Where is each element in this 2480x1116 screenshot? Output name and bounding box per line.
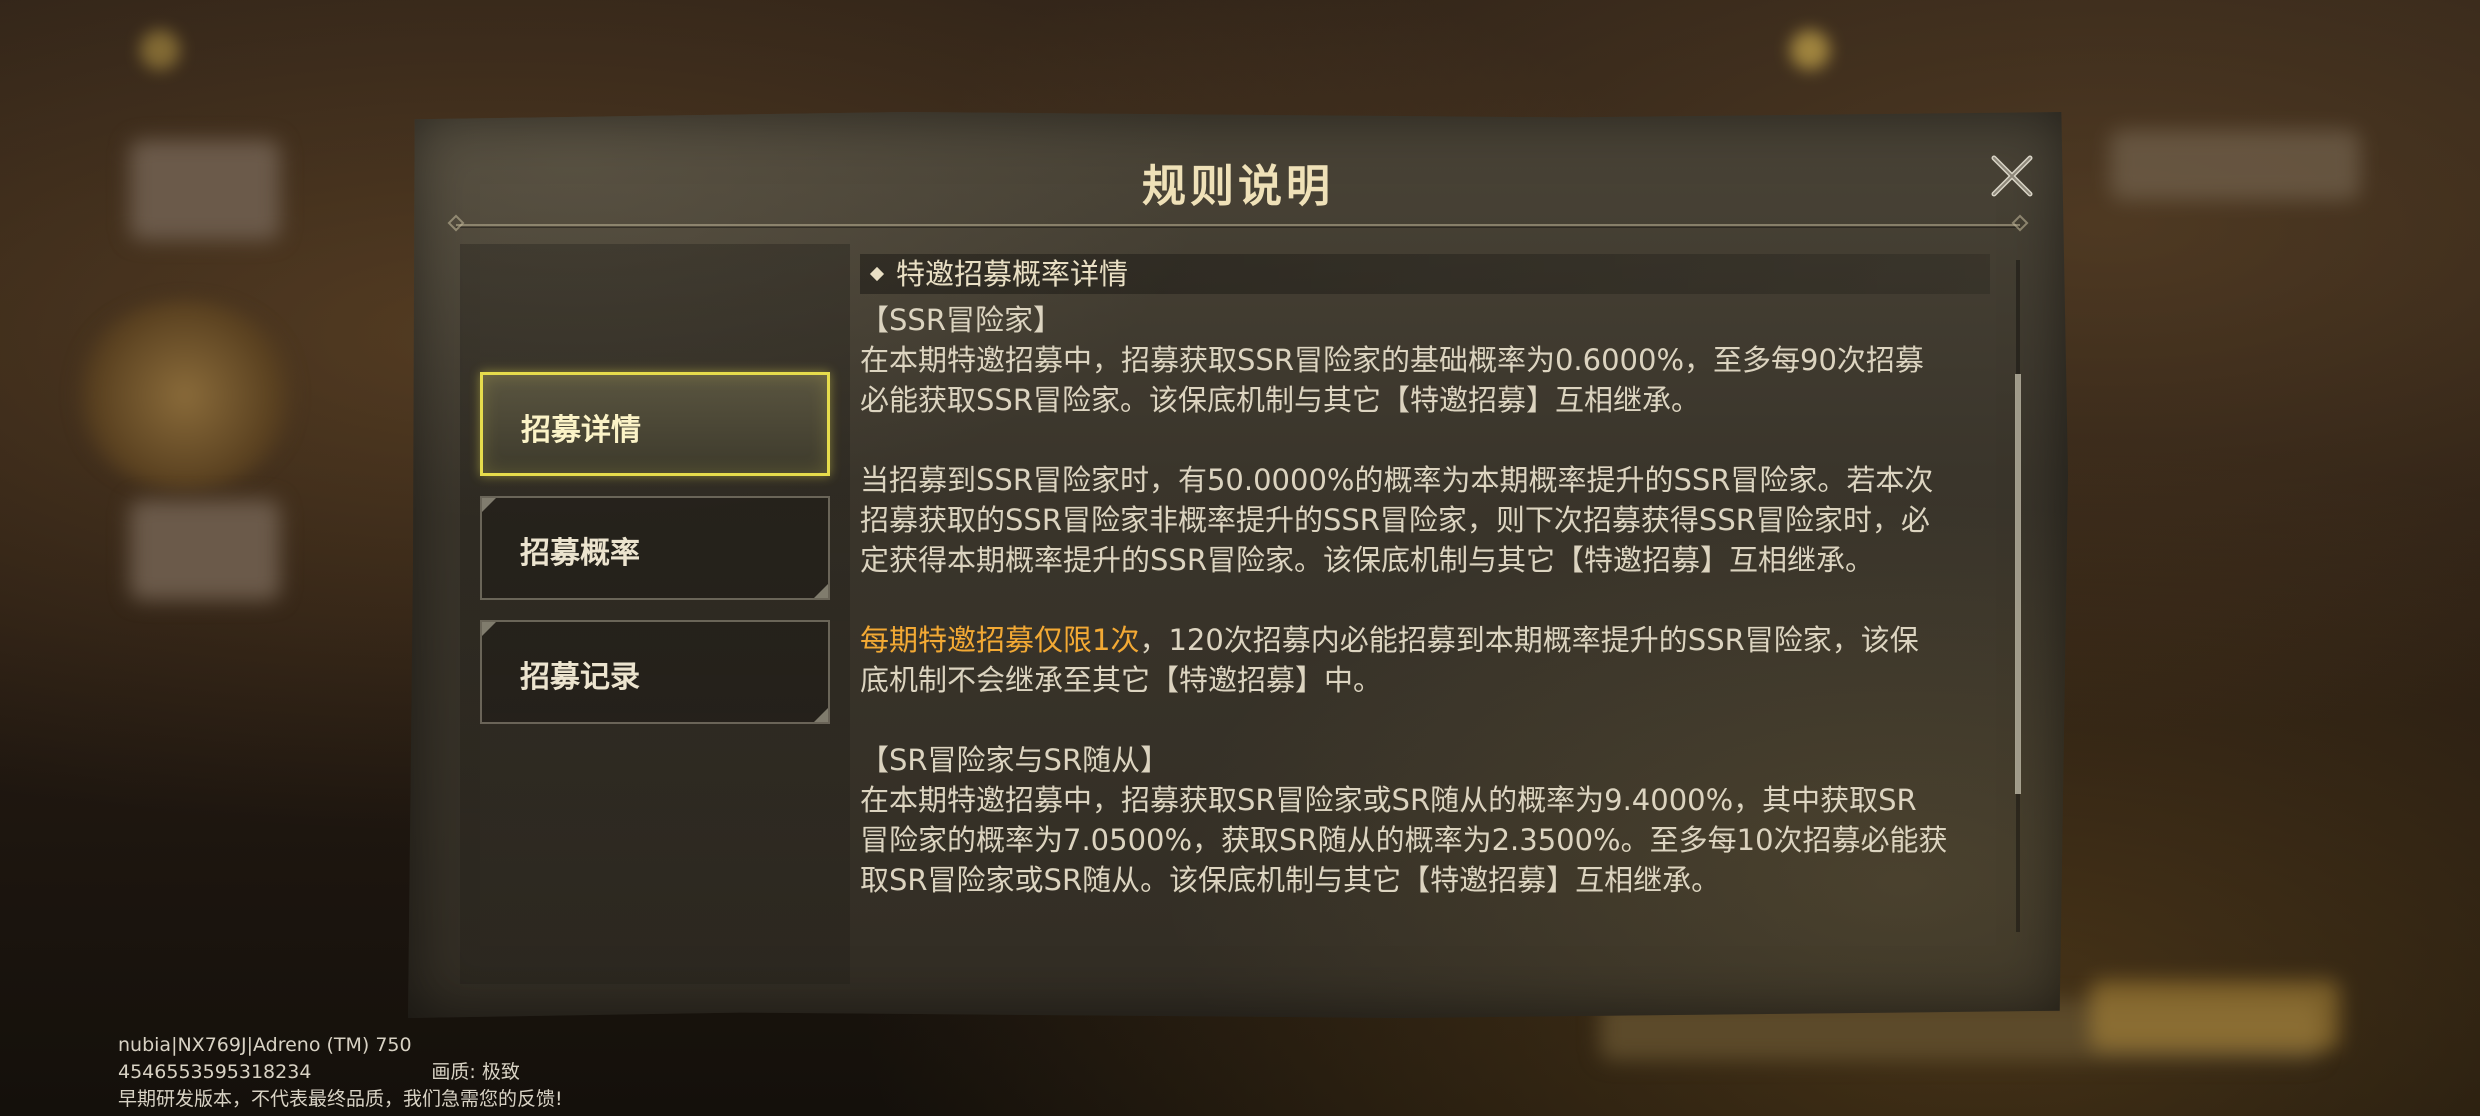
tab-label: 招募详情 (521, 413, 641, 448)
background-coin (140, 30, 180, 70)
tab-corner-ornament (814, 584, 828, 598)
background-coin (1790, 30, 1830, 70)
highlight-text: 每期特邀招募仅限1次 (860, 623, 1140, 657)
diamond-bullet-icon (869, 266, 885, 282)
ssr-paragraph-line: 定获得本期概率提升的SSR冒险家。该保底机制与其它【特邀招募】互相继承。 (860, 543, 1874, 577)
ssr-paragraph-line: 必能获取SSR冒险家。该保底机制与其它【特邀招募】互相继承。 (860, 383, 1700, 417)
sr-paragraph-line: 冒险家的概率为7.0500%，获取SR随从的概率为2.3500%。至多每10次招… (860, 823, 1948, 857)
background-card (130, 500, 280, 600)
tab-recruit-details[interactable]: 招募详情 (480, 372, 830, 476)
tab-panel: 招募详情 招募概率 招募记录 (460, 244, 850, 984)
sr-paragraph-line: 取SR冒险家或SR随从。该保底机制与其它【特邀招募】互相继承。 (860, 863, 1721, 897)
ssr-paragraph-line: 招募获取的SSR冒险家非概率提升的SSR冒险家，则下次招募获得SSR冒险家时，必 (860, 503, 1930, 537)
tab-recruit-history[interactable]: 招募记录 (480, 620, 830, 724)
tab-label: 招募概率 (520, 536, 640, 571)
close-button[interactable] (1986, 150, 2038, 202)
section-header-text: 特邀招募概率详情 (896, 257, 1129, 291)
rules-content[interactable]: 特邀招募概率详情 【SSR冒险家】 在本期特邀招募中，招募获取SSR冒险家的基础… (860, 254, 1990, 934)
game-screen: 规则说明 招募详情 招募概率 招募记录 特邀招募概率详情 【SSR冒险家】 在本… (0, 0, 2480, 1116)
debug-info: nubia|NX769J|Adreno (TM) 750 45465535953… (118, 1032, 563, 1113)
ssr-paragraph-line: 在本期特邀招募中，招募获取SSR冒险家的基础概率为0.6000%，至多每90次招… (860, 343, 1924, 377)
background-header (2110, 130, 2360, 200)
build-notice: 早期研发版本，不代表最终品质，我们急需您的反馈! (118, 1088, 563, 1110)
tab-corner-ornament (814, 708, 828, 722)
background-button (2090, 980, 2340, 1050)
scrollbar-thumb[interactable] (2015, 374, 2021, 794)
background-avatar (70, 300, 300, 490)
tab-corner-ornament (482, 622, 496, 636)
rules-dialog: 规则说明 招募详情 招募概率 招募记录 特邀招募概率详情 【SSR冒险家】 在本… (408, 112, 2068, 1018)
tab-label: 招募记录 (520, 660, 640, 695)
ssr-paragraph-line: 底机制不会继承至其它【特邀招募】中。 (860, 663, 1383, 697)
tab-corner-ornament (482, 498, 496, 512)
ssr-limit-rest: ，120次招募内必能招募到本期概率提升的SSR冒险家，该保 (1139, 623, 1919, 657)
ssr-paragraph-line: 当招募到SSR冒险家时，有50.0000%的概率为本期概率提升的SSR冒险家。若… (860, 463, 1934, 497)
sr-paragraph-line: 在本期特邀招募中，招募获取SR冒险家或SR随从的概率为9.4000%，其中获取S… (860, 783, 1917, 817)
tab-recruit-rates[interactable]: 招募概率 (480, 496, 830, 600)
build-id: 4546553595318234 (118, 1061, 312, 1083)
ssr-limit-line: 每期特邀招募仅限1次，120次招募内必能招募到本期概率提升的SSR冒险家，该保 (860, 620, 1990, 660)
divider-ornament (2011, 214, 2029, 232)
dialog-title: 规则说明 (1142, 161, 1334, 212)
ssr-title: 【SSR冒险家】 (860, 303, 1062, 337)
sr-title: 【SR冒险家与SR随从】 (860, 743, 1170, 777)
section-header: 特邀招募概率详情 (860, 254, 1990, 294)
divider-ornament (447, 214, 465, 232)
background-card (130, 140, 280, 240)
quality-setting: 画质: 极致 (431, 1061, 520, 1083)
device-info: nubia|NX769J|Adreno (TM) 750 (118, 1034, 412, 1056)
close-icon (1991, 155, 2033, 197)
title-divider (447, 214, 2029, 232)
